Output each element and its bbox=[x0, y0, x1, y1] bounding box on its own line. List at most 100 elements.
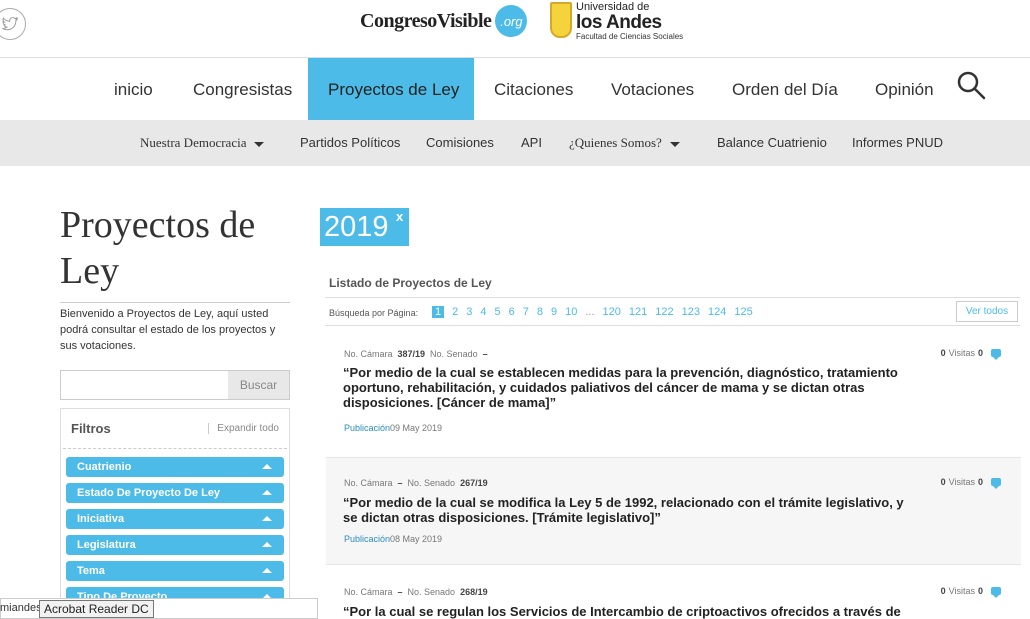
subnav-nuestra-democracia[interactable]: Nuestra Democracia bbox=[140, 120, 265, 166]
filter-tema[interactable]: Tema bbox=[66, 561, 284, 581]
remove-tag-icon[interactable]: x bbox=[396, 198, 403, 236]
filter-label: Tema bbox=[77, 565, 105, 577]
page-link[interactable]: 4 bbox=[480, 306, 486, 318]
project-title[interactable]: “Por medio de la cual se modifica la Ley… bbox=[343, 495, 913, 525]
list-title: Listado de Proyectos de Ley bbox=[329, 276, 492, 290]
page-link[interactable]: 123 bbox=[682, 306, 700, 318]
search-button[interactable]: Buscar bbox=[228, 371, 289, 399]
main-nav: inicio Congresistas Proyectos de Ley Cit… bbox=[0, 57, 1030, 121]
status-url-text: miandes bbox=[0, 602, 42, 614]
page-link[interactable]: 120 bbox=[603, 306, 621, 318]
nav-congresistas[interactable]: Congresistas bbox=[183, 58, 302, 121]
search-input[interactable] bbox=[61, 371, 228, 399]
page-link[interactable]: 5 bbox=[495, 306, 501, 318]
page-link[interactable]: 122 bbox=[655, 306, 673, 318]
page-link[interactable]: 8 bbox=[537, 306, 543, 318]
senado-number: 267/19 bbox=[460, 478, 488, 488]
taskbar-tooltip: Acrobat Reader DC bbox=[39, 600, 154, 618]
filter-estado[interactable]: Estado De Proyecto De Ley bbox=[66, 483, 284, 503]
project-stats: 0 Visitas 0 bbox=[941, 586, 1001, 598]
nav-proyectos-de-ley[interactable]: Proyectos de Ley bbox=[308, 58, 474, 121]
subnav-partidos[interactable]: Partidos Políticos bbox=[300, 120, 400, 166]
nav-citaciones[interactable]: Citaciones bbox=[484, 58, 583, 121]
page-link[interactable]: 9 bbox=[551, 306, 557, 318]
project-title[interactable]: “Por medio de la cual se establecen medi… bbox=[343, 365, 913, 410]
subnav-informes[interactable]: Informes PNUD bbox=[852, 120, 943, 166]
page-link[interactable]: 7 bbox=[523, 306, 529, 318]
comments-count: 0 bbox=[977, 348, 983, 358]
comment-icon bbox=[991, 587, 1001, 598]
chevron-up-icon bbox=[262, 568, 272, 573]
search-icon[interactable] bbox=[956, 70, 986, 100]
filter-label: Iniciativa bbox=[77, 513, 125, 525]
camara-label: No. Cámara bbox=[344, 478, 393, 488]
project-meta: No. Cámara – No. Senado 268/19 bbox=[344, 587, 493, 597]
project-item[interactable]: No. Cámara 387/19 No. Senado – 0 Visitas 0 “P… bbox=[326, 337, 1021, 455]
publication-link[interactable]: Publicación bbox=[344, 534, 390, 544]
year-filter-tag: 2019 x bbox=[320, 208, 409, 246]
chevron-up-icon bbox=[262, 464, 272, 469]
page-link[interactable]: 125 bbox=[734, 306, 752, 318]
uniandes-logo[interactable]: Universidad de los Andes Facultad de Cie… bbox=[550, 2, 683, 41]
filter-cuatrienio[interactable]: Cuatrienio bbox=[66, 457, 284, 477]
publication-link[interactable]: Publicación bbox=[344, 423, 390, 433]
camara-number: – bbox=[397, 478, 403, 488]
partner-line-3: Facultad de Ciencias Sociales bbox=[576, 32, 684, 41]
project-stats: 0 Visitas 0 bbox=[941, 348, 1001, 360]
subnav-comisiones[interactable]: Comisiones bbox=[426, 120, 494, 166]
project-item[interactable]: No. Cámara – No. Senado 268/19 0 Visitas 0 “P… bbox=[326, 567, 1021, 619]
expand-all-link[interactable]: Expandir todo bbox=[208, 423, 279, 434]
subnav-api[interactable]: API bbox=[521, 120, 542, 166]
visits-label: Visitas bbox=[948, 477, 975, 487]
subnav-label: ¿Quienes Somos? bbox=[569, 135, 662, 150]
project-title[interactable]: “Por la cual se regulan los Servicios de… bbox=[343, 604, 943, 619]
project-meta: No. Cámara 387/19 No. Senado – bbox=[344, 349, 493, 359]
filter-iniciativa[interactable]: Iniciativa bbox=[66, 509, 284, 529]
logo-tld-badge: .org bbox=[495, 5, 528, 37]
subnav-label: Nuestra Democracia bbox=[140, 135, 247, 150]
filters-panel: Filtros Expandir todo Cuatrienio Estado … bbox=[60, 408, 290, 619]
logo-name: CongresoVisible bbox=[360, 9, 492, 32]
page-link[interactable]: 10 bbox=[565, 306, 577, 318]
chevron-up-icon bbox=[262, 516, 272, 521]
chevron-down-icon bbox=[669, 141, 680, 147]
secondary-nav: Nuestra Democracia Partidos Políticos Co… bbox=[0, 120, 1030, 166]
visits-count: 0 bbox=[940, 477, 946, 487]
view-all-button[interactable]: Ver todos bbox=[956, 301, 1018, 322]
year-tag-label: 2019 bbox=[324, 211, 389, 243]
nav-inicio[interactable]: inicio bbox=[104, 58, 163, 121]
uniandes-seal-icon bbox=[550, 2, 572, 38]
senado-number: – bbox=[482, 349, 488, 359]
visits-label: Visitas bbox=[948, 586, 975, 596]
page-link[interactable]: 3 bbox=[466, 306, 472, 318]
page-link[interactable]: 1 bbox=[432, 306, 445, 318]
filter-legislatura[interactable]: Legislatura bbox=[66, 535, 284, 555]
partner-line-2: los Andes bbox=[576, 12, 662, 33]
pager-label: Búsqueda por Página: bbox=[329, 308, 419, 318]
project-meta: No. Cámara – No. Senado 267/19 bbox=[344, 478, 493, 488]
subnav-quienes-somos[interactable]: ¿Quienes Somos? bbox=[569, 120, 680, 166]
pagination-ellipsis: ... bbox=[585, 306, 595, 318]
camara-number: 387/19 bbox=[397, 349, 426, 359]
project-item[interactable]: No. Cámara – No. Senado 267/19 0 Visitas 0 “P… bbox=[326, 457, 1021, 565]
publication-date: 08 May 2019 bbox=[390, 534, 443, 544]
congresovisible-logo[interactable]: CongresoVisible .org bbox=[360, 5, 528, 37]
comments-count: 0 bbox=[977, 477, 983, 487]
senado-label: No. Senado bbox=[407, 478, 456, 488]
page-link[interactable]: 6 bbox=[509, 306, 515, 318]
comments-count: 0 bbox=[977, 586, 983, 596]
nav-opinion[interactable]: Opinión bbox=[865, 58, 944, 121]
chevron-up-icon bbox=[262, 542, 272, 547]
page-link[interactable]: 121 bbox=[629, 306, 647, 318]
camara-label: No. Cámara bbox=[344, 587, 393, 597]
page-title: Proyectos de Ley bbox=[60, 202, 290, 303]
twitter-icon[interactable] bbox=[0, 8, 26, 40]
filter-label: Estado De Proyecto De Ley bbox=[77, 487, 221, 499]
subnav-balance[interactable]: Balance Cuatrienio bbox=[717, 120, 827, 166]
page-link[interactable]: 124 bbox=[708, 306, 726, 318]
page-link[interactable]: 2 bbox=[452, 306, 458, 318]
nav-votaciones[interactable]: Votaciones bbox=[601, 58, 704, 121]
filter-label: Cuatrienio bbox=[77, 461, 132, 473]
nav-orden-del-dia[interactable]: Orden del Día bbox=[722, 58, 848, 121]
filters-title: Filtros bbox=[71, 421, 111, 436]
